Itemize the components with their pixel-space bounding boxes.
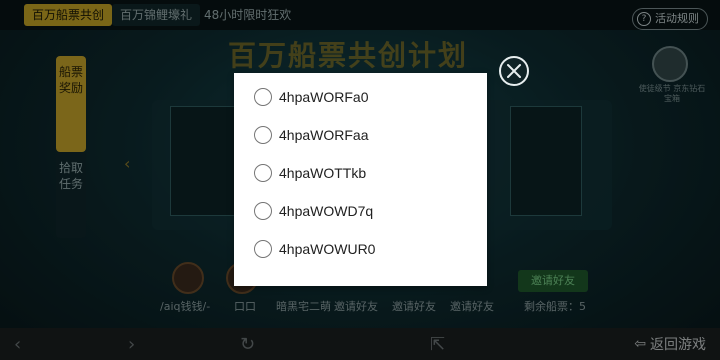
- account-option[interactable]: 4hpaWOTTkb: [234, 154, 487, 192]
- radio-button[interactable]: [254, 202, 272, 220]
- account-option[interactable]: 4hpaWOWD7q: [234, 192, 487, 230]
- account-option[interactable]: 4hpaWORFaa: [234, 116, 487, 154]
- radio-button[interactable]: [254, 240, 272, 258]
- radio-button[interactable]: [254, 88, 272, 106]
- account-select-dialog: 4hpaWORFa0 4hpaWORFaa 4hpaWOTTkb 4hpaWOW…: [234, 73, 487, 286]
- account-option-label: 4hpaWORFaa: [279, 127, 369, 143]
- account-option-label: 4hpaWOWD7q: [279, 203, 374, 219]
- account-option-label: 4hpaWORFa0: [279, 89, 369, 105]
- account-option[interactable]: 4hpaWORFa0: [234, 78, 487, 116]
- account-option[interactable]: 4hpaWOWUR0: [234, 230, 487, 268]
- close-dialog-button[interactable]: [499, 56, 529, 86]
- account-option-label: 4hpaWOTTkb: [279, 165, 367, 181]
- radio-button[interactable]: [254, 126, 272, 144]
- radio-button[interactable]: [254, 164, 272, 182]
- account-option-label: 4hpaWOWUR0: [279, 241, 376, 257]
- close-icon: [507, 64, 521, 78]
